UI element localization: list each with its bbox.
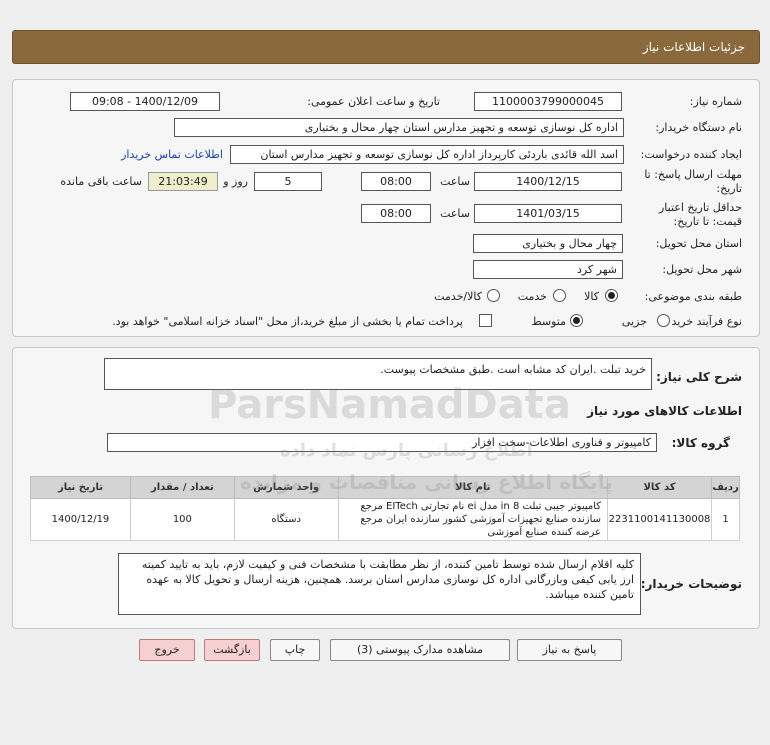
items-table-header: ردیف کد کالا نام کالا واحد شمارش تعداد /… bbox=[30, 476, 740, 499]
days-field: 5 bbox=[254, 172, 322, 191]
category-option-service: خدمت bbox=[517, 290, 547, 303]
payment-note: پرداخت تمام یا بخشی از مبلغ خرید،از محل … bbox=[112, 315, 463, 328]
goods-group-label: گروه کالا: bbox=[671, 436, 730, 450]
goods-info-title: اطلاعات کالاهای مورد نیاز bbox=[587, 404, 742, 418]
cell-unit: دستگاه bbox=[233, 498, 339, 541]
cell-name: کامپیوتر جیبی تبلت 8 in مدل ei نام تجارت… bbox=[337, 498, 609, 541]
general-desc-label: شرح کلی نیاز: bbox=[656, 370, 742, 384]
need-number-label: شماره نیاز: bbox=[689, 95, 742, 108]
creator-label: ایجاد کننده درخواست: bbox=[640, 148, 742, 161]
validity-time-field: 08:00 bbox=[361, 204, 431, 223]
contact-buyer-link[interactable]: اطلاعات تماس خریدار bbox=[121, 148, 223, 161]
purchase-radio-minor[interactable] bbox=[657, 314, 670, 327]
buyer-notes-value: کلیه اقلام ارسال شده توسط تامین کننده، ا… bbox=[141, 558, 634, 601]
cell-row-index: 1 bbox=[711, 498, 740, 541]
deadline-label-date: تاریخ: bbox=[716, 182, 742, 195]
province-field: چهار محال و بختیاری bbox=[473, 234, 623, 253]
category-radio-goods[interactable] bbox=[605, 289, 618, 302]
page-title: جزئیات اطلاعات نیاز bbox=[642, 40, 745, 54]
remaining-label: ساعت باقی مانده bbox=[60, 175, 142, 188]
cell-qty: 100 bbox=[129, 498, 235, 541]
page-header: جزئیات اطلاعات نیاز bbox=[12, 30, 760, 64]
buyer-org-label: نام دستگاه خریدار: bbox=[655, 121, 742, 134]
buyer-org-field: اداره کل نوسازی توسعه و تجهیز مدارس استا… bbox=[174, 118, 624, 137]
category-radio-both[interactable] bbox=[487, 289, 500, 302]
general-desc-field: خرید تبلت .ایران کد مشابه است .طبق مشخصا… bbox=[104, 358, 652, 390]
purchase-option-medium: متوسط bbox=[531, 315, 566, 328]
category-radio-service[interactable] bbox=[553, 289, 566, 302]
validity-time-label: ساعت bbox=[440, 207, 470, 220]
announce-field: 1400/12/09 - 09:08 bbox=[70, 92, 220, 111]
table-row: 1 2231100141130008 کامپیوتر جیبی تبلت 8 … bbox=[30, 498, 740, 541]
header-name: نام کالا bbox=[337, 476, 609, 499]
category-option-both: کالا/خدمت bbox=[434, 290, 482, 303]
city-field: شهر کرد bbox=[473, 260, 623, 279]
validity-label: حداقل تاریخ اعتبار bbox=[658, 201, 742, 214]
header-date: تاریخ نیاز bbox=[30, 476, 131, 499]
cell-code: 2231100141130008 bbox=[607, 498, 713, 541]
view-documents-button[interactable]: مشاهده مدارک پیوستی (3) bbox=[330, 639, 510, 661]
deadline-time-field: 08:00 bbox=[361, 172, 431, 191]
deadline-date-field: 1400/12/15 bbox=[474, 172, 622, 191]
treasury-checkbox[interactable] bbox=[479, 314, 492, 327]
reply-button[interactable]: پاسخ به نیاز bbox=[517, 639, 622, 661]
general-desc-value: خرید تبلت .ایران کد مشابه است .طبق مشخصا… bbox=[380, 363, 646, 376]
goods-group-field: کامپیوتر و فناوری اطلاعات-سخت افزار bbox=[107, 433, 657, 452]
creator-value: اسد الله قائدی باردئی کارپرداز اداره کل … bbox=[260, 148, 618, 161]
items-table: ردیف کد کالا نام کالا واحد شمارش تعداد /… bbox=[30, 476, 740, 541]
city-label: شهر محل تحویل: bbox=[662, 263, 742, 276]
header-code: کد کالا bbox=[607, 476, 713, 499]
deadline-label: مهلت ارسال پاسخ: تا bbox=[644, 168, 742, 181]
buyer-notes-label: توضیحات خریدار: bbox=[640, 577, 742, 591]
header-row-index: ردیف bbox=[711, 476, 740, 499]
purchase-type-label: نوع فرآیند خرید : bbox=[664, 315, 742, 328]
validity-date-field: 1401/03/15 bbox=[474, 204, 622, 223]
cell-date: 1400/12/19 bbox=[30, 498, 131, 541]
announce-label: تاریخ و ساعت اعلان عمومی: bbox=[307, 95, 440, 108]
buyer-notes-field: کلیه اقلام ارسال شده توسط تامین کننده، ا… bbox=[118, 553, 641, 615]
back-button[interactable]: بازگشت bbox=[204, 639, 260, 661]
purchase-option-minor: جزیی bbox=[621, 315, 647, 328]
category-label: طبقه بندی موضوعی: bbox=[644, 290, 742, 303]
print-button[interactable]: چاپ bbox=[270, 639, 320, 661]
days-label: روز و bbox=[223, 175, 248, 188]
deadline-time-label: ساعت bbox=[440, 175, 470, 188]
need-number-field: 1100003799000045 bbox=[474, 92, 622, 111]
province-label: استان محل تحویل: bbox=[655, 237, 742, 250]
purchase-radio-medium[interactable] bbox=[570, 314, 583, 327]
category-option-goods: کالا bbox=[584, 290, 599, 303]
validity-label-date: قیمت: تا تاریخ: bbox=[673, 215, 742, 228]
creator-field: اسد الله قائدی باردئی کارپرداز اداره کل … bbox=[230, 145, 624, 164]
header-unit: واحد شمارش bbox=[233, 476, 339, 499]
exit-button[interactable]: خروج bbox=[139, 639, 195, 661]
remaining-time-field: 21:03:49 bbox=[148, 172, 218, 191]
header-qty: تعداد / مقدار bbox=[129, 476, 235, 499]
